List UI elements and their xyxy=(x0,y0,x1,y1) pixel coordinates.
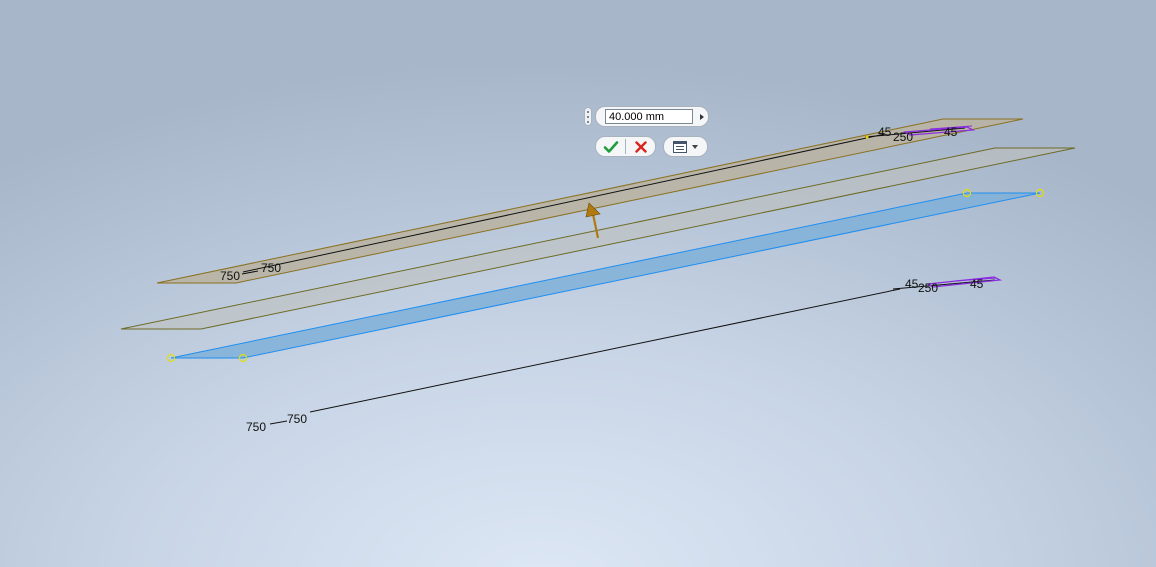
dim-top-right-width[interactable]: 250 xyxy=(893,130,913,144)
distance-value-box xyxy=(595,106,709,127)
distance-input[interactable] xyxy=(605,109,693,124)
selected-profile-face[interactable] xyxy=(170,192,1041,359)
options-menu-button[interactable] xyxy=(663,136,708,157)
x-icon xyxy=(634,140,647,153)
chevron-down-icon xyxy=(692,144,698,149)
mini-toolbar xyxy=(582,106,712,158)
dim-bottom-right-angle-2[interactable]: 45 xyxy=(970,277,984,291)
more-options-arrow-icon[interactable] xyxy=(697,110,707,123)
graphics-viewport[interactable]: 750 750 45 250 45 750 750 45 250 45 xyxy=(0,0,1156,567)
dim-top-right-angle-1[interactable]: 45 xyxy=(878,125,892,139)
dim-top-left-outer[interactable]: 750 xyxy=(220,269,240,283)
apply-button[interactable] xyxy=(596,137,625,156)
bottom-sketch-line xyxy=(309,288,901,413)
dim-bottom-right-angle-1[interactable]: 45 xyxy=(905,277,919,291)
options-list-icon xyxy=(673,140,687,153)
extrusion-preview-face[interactable] xyxy=(120,147,1076,330)
dim-bottom-left-inner[interactable]: 750 xyxy=(287,412,307,426)
dim-bottom-right-width[interactable]: 250 xyxy=(918,281,938,295)
drag-grip-icon[interactable] xyxy=(584,107,592,126)
dim-bottom-left-outer[interactable]: 750 xyxy=(246,420,266,434)
bottom-right-constraints xyxy=(926,276,1003,288)
dim-top-left-inner[interactable]: 750 xyxy=(261,261,281,275)
ok-cancel-group xyxy=(595,136,656,157)
dim-top-right-angle-2[interactable]: 45 xyxy=(944,125,958,139)
check-icon xyxy=(603,140,618,153)
model-scene[interactable]: 750 750 45 250 45 750 750 45 250 45 xyxy=(0,0,1156,567)
bottom-sketch-dim-leader xyxy=(269,420,288,425)
cancel-button[interactable] xyxy=(626,137,655,156)
